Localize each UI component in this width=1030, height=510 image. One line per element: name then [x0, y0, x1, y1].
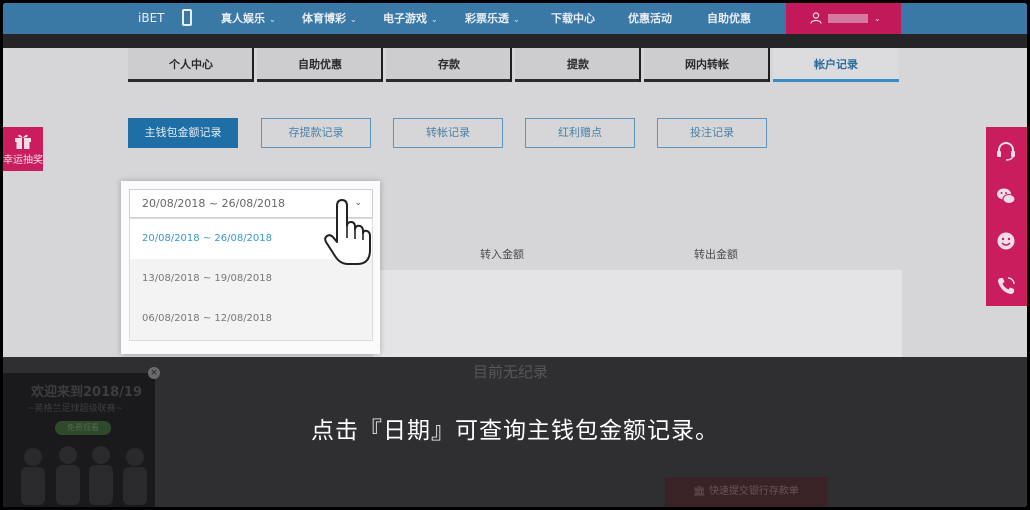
nav-item-sports[interactable]: 体育博彩 ⌄	[302, 3, 357, 34]
gift-icon	[15, 134, 31, 149]
bonus-points-button[interactable]: 红利赠点	[525, 118, 635, 148]
tutorial-caption: 点击『日期』可查询主钱包金额记录。	[311, 418, 719, 444]
main-wallet-records-button[interactable]: 主钱包金额记录	[128, 118, 238, 148]
nav-item-slots[interactable]: 电子游戏 ⌄	[383, 3, 438, 34]
chevron-down-icon: ⌄	[269, 15, 276, 24]
screen-frame: iBET 真人娱乐 ⌄ 体育博彩 ⌄ 电子游戏 ⌄ 彩票乐透 ⌄ 下载中心 优惠活动 自…	[3, 3, 1027, 507]
transfer-records-button[interactable]: 转帐记录	[393, 118, 503, 148]
tab-transfer[interactable]: 网内转帐	[644, 48, 770, 82]
empty-records-message: 目前无纪录	[473, 363, 549, 381]
chevron-down-icon: ⌄	[513, 15, 520, 24]
column-header-out: 转出金额	[694, 248, 738, 261]
tab-account-records[interactable]: 帐户记录	[773, 48, 899, 82]
lucky-draw-label: 幸运抽奖	[3, 155, 43, 166]
bank-icon: 🏛	[693, 486, 706, 497]
brand-logo[interactable]: iBET	[138, 3, 164, 34]
wechat-icon[interactable]	[995, 185, 1017, 207]
right-service-bar	[986, 127, 1027, 306]
account-tabs: 个人中心 自助优惠 存款 提款 网内转帐 帐户记录	[128, 48, 902, 82]
quick-deposit-button[interactable]: 🏛 快速提交银行存款单	[665, 477, 827, 507]
lucky-draw-widget[interactable]: 幸运抽奖	[3, 127, 43, 171]
chevron-down-icon: ⌄	[350, 15, 357, 24]
phone-call-icon[interactable]	[995, 275, 1017, 297]
date-select-value: 20/08/2018 ~ 26/08/2018	[142, 197, 286, 210]
date-option[interactable]: 06/08/2018 ~ 12/08/2018	[130, 299, 372, 339]
tab-self-promo[interactable]: 自助优惠	[257, 48, 383, 82]
hand-pointer-icon	[324, 199, 371, 265]
username-redacted	[828, 14, 868, 23]
tab-deposit[interactable]: 存款	[386, 48, 512, 82]
promo-players-image	[21, 446, 147, 505]
nav-item-promotions[interactable]: 优惠活动	[628, 3, 672, 34]
user-account-menu[interactable]: ⌄	[786, 3, 901, 34]
tab-withdraw[interactable]: 提款	[515, 48, 641, 82]
nav-divider-band	[3, 34, 1027, 48]
nav-item-live-casino[interactable]: 真人娱乐 ⌄	[221, 3, 276, 34]
headset-icon[interactable]	[995, 140, 1017, 162]
column-header-in: 转入金额	[480, 248, 524, 261]
nav-item-lottery[interactable]: 彩票乐透 ⌄	[465, 3, 520, 34]
bet-records-button[interactable]: 投注记录	[657, 118, 767, 148]
close-icon[interactable]: ×	[148, 367, 160, 379]
nav-item-self-promo[interactable]: 自助优惠	[707, 3, 751, 34]
tab-personal-center[interactable]: 个人中心	[128, 48, 254, 82]
nav-item-download[interactable]: 下载中心	[551, 3, 595, 34]
chevron-down-icon: ⌄	[874, 14, 881, 23]
user-icon	[810, 12, 822, 24]
mobile-phone-icon[interactable]	[182, 9, 192, 26]
smiley-chat-icon[interactable]	[995, 230, 1017, 252]
deposit-withdraw-records-button[interactable]: 存提款记录	[261, 118, 371, 148]
records-table	[373, 270, 902, 358]
chevron-down-icon: ⌄	[431, 15, 438, 24]
promo-title: 欢迎来到2018/19	[31, 385, 143, 400]
top-nav: iBET 真人娱乐 ⌄ 体育博彩 ⌄ 电子游戏 ⌄ 彩票乐透 ⌄ 下载中心 优惠活动 自…	[3, 3, 1027, 34]
